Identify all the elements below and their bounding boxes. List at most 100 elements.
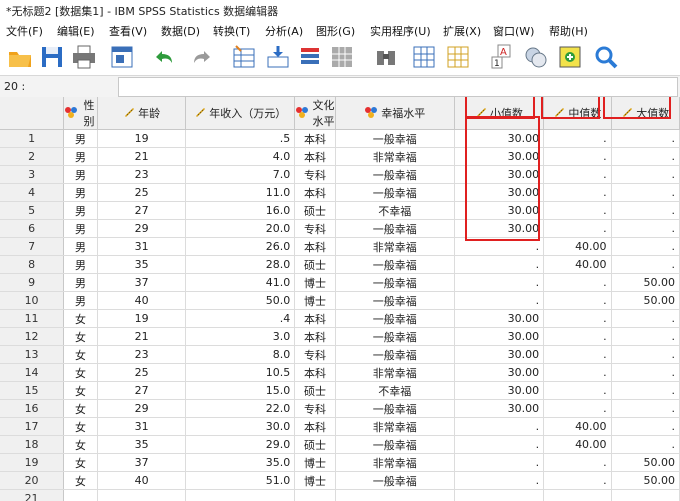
menu-item-9[interactable]: 窗口(W) [493, 23, 534, 39]
data-cell[interactable]: 40.00 [543, 237, 612, 256]
data-cell[interactable]: 41.0 [185, 273, 296, 292]
data-cell[interactable]: 男 [63, 165, 98, 184]
row-number[interactable]: 3 [0, 165, 65, 184]
data-cell[interactable] [185, 489, 296, 501]
data-cell[interactable]: 23 [97, 345, 187, 364]
data-cell[interactable]: 专科 [294, 165, 336, 184]
data-cell[interactable]: 非常幸福 [335, 237, 455, 256]
data-cell[interactable]: 男 [63, 237, 98, 256]
data-cell[interactable]: . [611, 219, 680, 238]
column-header[interactable]: 性别 [63, 97, 98, 130]
data-cell[interactable]: . [454, 435, 545, 454]
data-cell[interactable]: 本科 [294, 309, 336, 328]
menu-item-2[interactable]: 查看(V) [109, 23, 147, 39]
data-cell[interactable]: 30.00 [454, 147, 545, 166]
data-cell[interactable]: 女 [63, 435, 98, 454]
data-cell[interactable]: 35.0 [185, 453, 296, 472]
menu-item-4[interactable]: 转换(T) [213, 23, 250, 39]
data-cell[interactable]: . [543, 201, 612, 220]
row-number[interactable]: 5 [0, 201, 65, 220]
row-number[interactable]: 9 [0, 273, 65, 292]
column-header[interactable]: 中值数 [543, 97, 612, 130]
data-cell[interactable]: 30.00 [454, 399, 545, 418]
row-number[interactable]: 15 [0, 381, 65, 400]
data-cell[interactable]: . [543, 327, 612, 346]
cell-value-input[interactable] [118, 77, 678, 97]
data-cell[interactable] [335, 489, 455, 501]
row-number[interactable]: 16 [0, 399, 65, 418]
column-header[interactable]: 年收入（万元） [185, 97, 296, 130]
data-cell[interactable]: . [611, 327, 680, 346]
data-cell[interactable]: 本科 [294, 327, 336, 346]
data-cell[interactable]: 22.0 [185, 399, 296, 418]
data-cell[interactable]: 30.00 [454, 327, 545, 346]
row-number[interactable]: 10 [0, 291, 65, 310]
data-cell[interactable]: 男 [63, 273, 98, 292]
row-number[interactable]: 20 [0, 471, 65, 490]
column-header[interactable]: 文化水平 [294, 97, 336, 130]
data-cell[interactable]: 40.00 [543, 435, 612, 454]
data-cell[interactable]: 专科 [294, 399, 336, 418]
data-cell[interactable]: 29 [97, 399, 187, 418]
data-cell[interactable]: 本科 [294, 183, 336, 202]
data-cell[interactable]: 31 [97, 237, 187, 256]
data-cell[interactable]: . [611, 237, 680, 256]
data-cell[interactable]: 非常幸福 [335, 453, 455, 472]
data-cell[interactable]: . [543, 291, 612, 310]
data-cell[interactable]: . [543, 453, 612, 472]
data-cell[interactable]: . [543, 471, 612, 490]
data-cell[interactable]: 25 [97, 183, 187, 202]
data-cell[interactable]: 男 [63, 291, 98, 310]
search-icon[interactable] [592, 43, 620, 71]
data-cell[interactable]: . [611, 435, 680, 454]
data-cell[interactable]: . [611, 381, 680, 400]
find-icon[interactable] [372, 43, 400, 71]
data-cell[interactable]: 一般幸福 [335, 219, 455, 238]
row-number[interactable]: 17 [0, 417, 65, 436]
row-number[interactable]: 2 [0, 147, 65, 166]
data-cell[interactable]: 非常幸福 [335, 363, 455, 382]
spell-check-icon[interactable] [556, 43, 584, 71]
data-cell[interactable]: 30.00 [454, 363, 545, 382]
data-cell[interactable] [63, 489, 98, 501]
data-cell[interactable]: 50.0 [185, 291, 296, 310]
column-header[interactable]: 大值数 [611, 97, 680, 130]
menu-item-3[interactable]: 数据(D) [161, 23, 200, 39]
row-number[interactable]: 19 [0, 453, 65, 472]
data-cell[interactable]: 31 [97, 417, 187, 436]
data-cell[interactable]: 19 [97, 129, 187, 148]
data-cell[interactable]: 35 [97, 435, 187, 454]
data-cell[interactable]: 一般幸福 [335, 183, 455, 202]
menu-item-10[interactable]: 帮助(H) [549, 23, 588, 39]
undo-icon[interactable] [150, 43, 178, 71]
data-cell[interactable]: 19 [97, 309, 187, 328]
data-cell[interactable]: . [611, 129, 680, 148]
data-cell[interactable]: 一般幸福 [335, 471, 455, 490]
data-cell[interactable]: . [611, 183, 680, 202]
menu-item-1[interactable]: 编辑(E) [57, 23, 95, 39]
data-cell[interactable]: . [543, 183, 612, 202]
data-cell[interactable]: 10.5 [185, 363, 296, 382]
data-cell[interactable]: 25 [97, 363, 187, 382]
data-cell[interactable]: 51.0 [185, 471, 296, 490]
data-cell[interactable]: 一般幸福 [335, 255, 455, 274]
data-cell[interactable]: 不幸福 [335, 201, 455, 220]
data-cell[interactable]: 博士 [294, 291, 336, 310]
data-cell[interactable]: 30.00 [454, 219, 545, 238]
data-cell[interactable]: 30.0 [185, 417, 296, 436]
data-cell[interactable]: 29.0 [185, 435, 296, 454]
data-cell[interactable]: 11.0 [185, 183, 296, 202]
data-cell[interactable]: . [543, 165, 612, 184]
data-cell[interactable]: . [611, 201, 680, 220]
data-cell[interactable]: 本科 [294, 417, 336, 436]
data-cell[interactable]: 女 [63, 417, 98, 436]
data-cell[interactable]: 30.00 [454, 309, 545, 328]
data-cell[interactable]: . [454, 453, 545, 472]
data-cell[interactable]: .4 [185, 309, 296, 328]
data-cell[interactable]: 非常幸福 [335, 147, 455, 166]
data-cell[interactable]: 30.00 [454, 165, 545, 184]
data-cell[interactable]: 一般幸福 [335, 129, 455, 148]
data-cell[interactable]: . [611, 165, 680, 184]
data-cell[interactable]: 21 [97, 147, 187, 166]
data-cell[interactable]: 50.00 [611, 471, 680, 490]
